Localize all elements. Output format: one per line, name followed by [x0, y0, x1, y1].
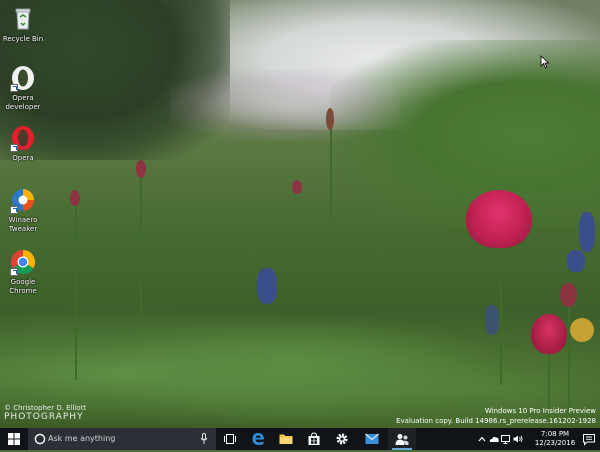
taskbar-file-explorer-button[interactable]	[272, 428, 300, 450]
shortcut-arrow-icon	[10, 206, 18, 214]
cortana-search-box[interactable]: Ask me anything	[28, 428, 216, 450]
taskbar-clock[interactable]: 7:08 PM 12/23/2016	[532, 430, 578, 448]
store-icon	[308, 432, 320, 445]
folder-icon	[279, 434, 293, 444]
desktop-icon-label: Opera developer	[5, 94, 41, 111]
wallpaper-lupine	[485, 305, 499, 335]
desktop-icon-label: Winaero Tweaker	[8, 216, 38, 233]
wallpaper-flower-bud	[560, 283, 577, 307]
shortcut-arrow-icon	[10, 268, 18, 276]
taskbar-task-view-button[interactable]	[216, 428, 244, 450]
wallpaper-flower-bud	[570, 318, 594, 342]
wallpaper-flower-bud	[136, 160, 146, 178]
chevron-up-icon[interactable]	[476, 428, 488, 450]
desktop-icon-label: Google Chrome	[9, 278, 37, 295]
task-view-icon	[224, 434, 236, 444]
desktop-icon-recycle-bin[interactable]: Recycle Bin	[0, 5, 46, 44]
wallpaper-lupine	[257, 268, 277, 304]
taskbar-mail-button[interactable]	[358, 428, 386, 450]
wallpaper-paintbrush-flower	[531, 314, 567, 354]
shortcut-arrow-icon	[10, 84, 18, 92]
mail-icon	[365, 433, 379, 444]
clock-time: 7:08 PM	[540, 430, 570, 438]
wallpaper-stem	[500, 245, 502, 385]
desktop-icon-label: Recycle Bin	[2, 35, 44, 43]
chrome-icon	[9, 248, 37, 276]
system-tray: 7:08 PM 12/23/2016	[472, 428, 600, 450]
photo-credit: © Christopher D. Elliott PHOTOGRAPHY	[4, 404, 86, 422]
taskbar-settings-button[interactable]	[328, 428, 356, 450]
taskbar-people-button[interactable]	[388, 428, 416, 450]
taskbar-store-button[interactable]	[300, 428, 328, 450]
taskbar: Ask me anything 7:08 PM 12/23/2016	[0, 428, 600, 450]
search-placeholder: Ask me anything	[48, 434, 116, 443]
desktop-icon-opera-developer[interactable]: Opera developer	[0, 64, 46, 112]
wallpaper-lupine	[567, 250, 585, 272]
wallpaper-flower-bud	[70, 190, 80, 206]
volume-icon[interactable]	[512, 428, 524, 450]
edge-icon	[252, 432, 265, 445]
desktop-icon-google-chrome[interactable]: Google Chrome	[0, 248, 46, 296]
desktop-wallpaper[interactable]	[0, 0, 600, 428]
opera-developer-icon	[9, 64, 37, 92]
gear-icon	[336, 433, 348, 445]
action-center-icon[interactable]	[582, 428, 596, 450]
taskbar-edge-button[interactable]	[244, 428, 272, 450]
clock-date: 12/23/2016	[534, 439, 576, 447]
photo-credit-label: PHOTOGRAPHY	[4, 412, 84, 422]
onedrive-icon[interactable]	[488, 428, 500, 450]
desktop-icon-opera[interactable]: Opera	[0, 124, 46, 163]
build-watermark: Windows 10 Pro Insider Preview Evaluatio…	[396, 406, 596, 426]
start-button[interactable]	[0, 428, 28, 450]
wallpaper-lupine	[579, 212, 595, 252]
recycle-bin-icon	[9, 5, 37, 33]
desktop-icon-label: Opera	[12, 154, 34, 162]
wallpaper-flower-bud	[326, 108, 334, 130]
wallpaper-stem	[140, 170, 142, 320]
people-icon	[395, 434, 409, 445]
wallpaper-flower-bud	[292, 180, 302, 194]
wallpaper-flower-haze	[170, 70, 400, 140]
shortcut-arrow-icon	[10, 144, 18, 152]
build-watermark-build: Evaluation copy. Build 14986.rs_prerelea…	[396, 417, 596, 425]
winaero-tweaker-icon	[9, 186, 37, 214]
cortana-icon	[34, 433, 46, 445]
wallpaper-stem	[568, 300, 570, 410]
network-icon[interactable]	[500, 428, 512, 450]
opera-icon	[9, 124, 37, 152]
desktop-icon-winaero-tweaker[interactable]: Winaero Tweaker	[0, 186, 46, 234]
wallpaper-stem	[330, 120, 332, 220]
wallpaper-stem	[75, 200, 77, 380]
microphone-icon[interactable]	[200, 433, 208, 445]
wallpaper-paintbrush-flower	[466, 190, 532, 248]
windows-logo-icon	[8, 433, 20, 445]
build-watermark-edition: Windows 10 Pro Insider Preview	[484, 407, 596, 415]
